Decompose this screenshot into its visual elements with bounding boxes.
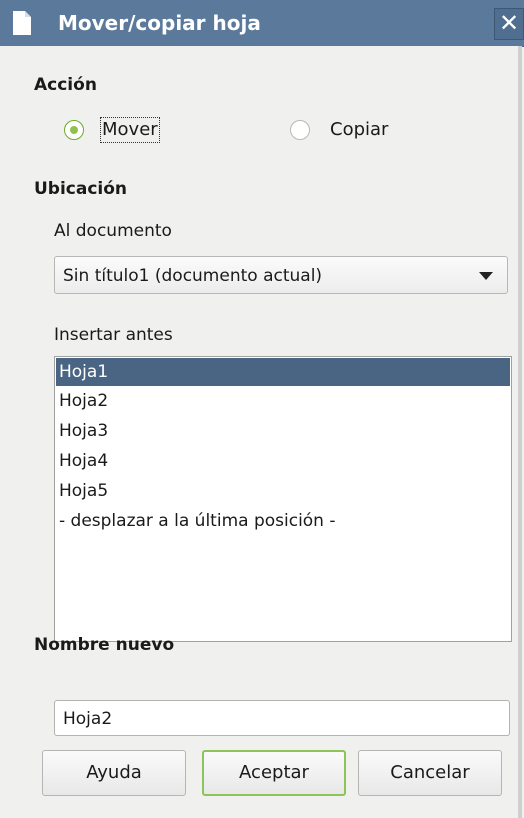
title-bar[interactable]: Mover/copiar hoja ✕ (0, 0, 524, 47)
dialog-title: Mover/copiar hoja (58, 11, 261, 35)
ok-button[interactable]: Aceptar (202, 750, 346, 796)
list-item[interactable]: Hoja4 (56, 447, 510, 475)
new-name-field[interactable]: Hoja2 (54, 700, 510, 736)
location-heading: Ubicación (34, 179, 128, 199)
close-icon: ✕ (498, 9, 520, 37)
document-icon (13, 11, 31, 35)
new-name-value: Hoja2 (63, 709, 113, 729)
action-heading: Acción (34, 75, 97, 95)
copy-radio[interactable] (290, 120, 310, 140)
copy-radio-label[interactable]: Copiar (330, 119, 388, 141)
new-name-heading: Nombre nuevo (34, 635, 175, 655)
chevron-down-icon[interactable] (479, 272, 493, 280)
insert-before-label: Insertar antes (54, 325, 173, 345)
sheet-list[interactable]: Hoja1 Hoja2 Hoja3 Hoja4 Hoja5 - desplaza… (54, 356, 512, 642)
document-label: Al documento (54, 221, 172, 241)
list-item[interactable]: Hoja5 (56, 477, 510, 505)
help-button[interactable]: Ayuda (42, 750, 186, 796)
list-item[interactable]: Hoja2 (56, 387, 510, 415)
move-radio-label[interactable]: Mover (100, 117, 160, 143)
list-item[interactable]: Hoja1 (56, 358, 510, 386)
close-button[interactable]: ✕ (494, 8, 524, 40)
document-dropdown-value: Sin título1 (documento actual) (63, 266, 323, 286)
list-item[interactable]: Hoja3 (56, 417, 510, 445)
document-dropdown[interactable]: Sin título1 (documento actual) (54, 256, 508, 294)
cancel-button[interactable]: Cancelar (358, 750, 502, 796)
list-item[interactable]: - desplazar a la última posición - (56, 507, 510, 535)
dialog-body: Acción Mover Copiar Ubicación Al documen… (0, 46, 522, 818)
move-radio[interactable] (64, 120, 84, 140)
